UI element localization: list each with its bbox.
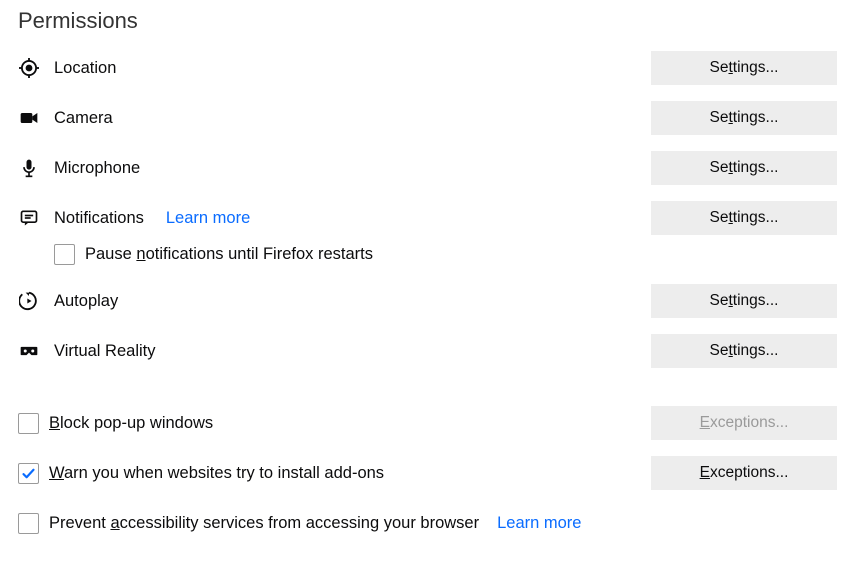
prevent-accessibility-checkbox[interactable] <box>18 513 39 534</box>
permission-row-location: Location Settings... <box>18 50 837 86</box>
vr-settings-button[interactable]: Settings... <box>651 334 837 368</box>
page-title: Permissions <box>18 8 837 34</box>
microphone-label: Microphone <box>54 159 140 178</box>
warn-addons-row: Warn you when websites try to install ad… <box>18 455 837 491</box>
permission-row-microphone: Microphone Settings... <box>18 150 837 186</box>
block-popups-label: Block pop-up windows <box>49 414 213 433</box>
prevent-accessibility-row: Prevent accessibility services from acce… <box>18 505 837 541</box>
pause-notifications-row: Pause notifications until Firefox restar… <box>54 244 837 265</box>
warn-addons-checkbox[interactable] <box>18 463 39 484</box>
camera-settings-button[interactable]: Settings... <box>651 101 837 135</box>
permission-row-camera: Camera Settings... <box>18 100 837 136</box>
vr-label: Virtual Reality <box>54 342 156 361</box>
camera-label: Camera <box>54 109 113 128</box>
notifications-settings-button[interactable]: Settings... <box>651 201 837 235</box>
prevent-accessibility-label: Prevent accessibility services from acce… <box>49 514 479 533</box>
notifications-label: Notifications <box>54 209 144 228</box>
notifications-icon <box>18 207 40 229</box>
notifications-learn-more-link[interactable]: Learn more <box>166 209 250 228</box>
warn-addons-exceptions-button[interactable]: Exceptions... <box>651 456 837 490</box>
block-popups-exceptions-button[interactable]: Exceptions... <box>651 406 837 440</box>
warn-addons-label: Warn you when websites try to install ad… <box>49 464 384 483</box>
block-popups-checkbox[interactable] <box>18 413 39 434</box>
permission-row-notifications: Notifications Learn more Settings... <box>18 200 837 236</box>
prevent-accessibility-learn-more-link[interactable]: Learn more <box>497 514 581 533</box>
permission-row-autoplay: Autoplay Settings... <box>18 283 837 319</box>
vr-icon <box>18 340 40 362</box>
camera-icon <box>18 107 40 129</box>
autoplay-icon <box>18 290 40 312</box>
location-settings-button[interactable]: Settings... <box>651 51 837 85</box>
pause-notifications-label: Pause notifications until Firefox restar… <box>85 245 373 264</box>
microphone-settings-button[interactable]: Settings... <box>651 151 837 185</box>
block-popups-row: Block pop-up windows Exceptions... <box>18 405 837 441</box>
autoplay-settings-button[interactable]: Settings... <box>651 284 837 318</box>
autoplay-label: Autoplay <box>54 292 118 311</box>
location-label: Location <box>54 59 116 78</box>
permission-row-vr: Virtual Reality Settings... <box>18 333 837 369</box>
microphone-icon <box>18 157 40 179</box>
pause-notifications-checkbox[interactable] <box>54 244 75 265</box>
location-icon <box>18 57 40 79</box>
